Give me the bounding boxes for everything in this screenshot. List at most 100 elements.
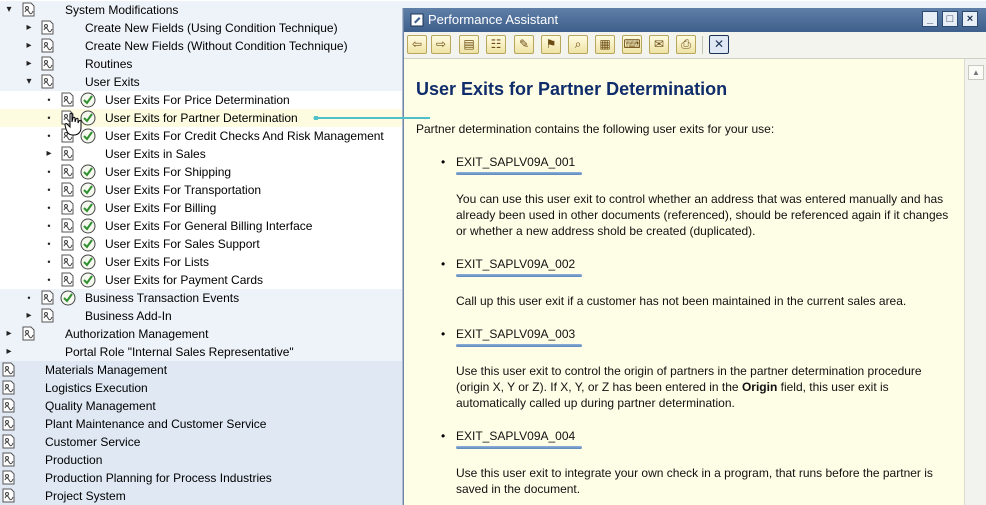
documentation-icon[interactable] [2, 452, 16, 467]
tree-node-label[interactable]: User Exits For Price Determination [105, 91, 290, 109]
print-icon[interactable]: ⎙ [676, 35, 696, 54]
tree-node-label[interactable]: User Exits For General Billing Interface [105, 217, 312, 235]
expand-arrow-icon[interactable]: ▸ [24, 19, 34, 37]
tree-node-label[interactable]: Logistics Execution [45, 379, 148, 397]
flag-icon[interactable]: ⚑ [541, 35, 561, 54]
origin-field-label: Origin [741, 380, 778, 394]
assistant-toolbar: ⇦ ⇨ ▤ ☷ ✎ ⚑ ⌕ ▦ ⌨ ✉ ⎙ ✕ [404, 32, 986, 59]
close-window-button[interactable]: × [962, 11, 978, 27]
execute-activity-icon[interactable] [60, 290, 76, 306]
documentation-icon[interactable] [61, 92, 75, 107]
execute-activity-icon[interactable] [80, 182, 96, 198]
structure-icon[interactable]: ☷ [486, 35, 506, 54]
toolbar-separator [702, 36, 703, 54]
exit-name-3[interactable]: EXIT_SAPLV09A_003 [456, 327, 575, 341]
note-icon[interactable]: ✉ [649, 35, 669, 54]
expand-arrow-icon[interactable]: ▸ [24, 37, 34, 55]
tree-node-label[interactable]: User Exits For Sales Support [105, 235, 260, 253]
documentation-icon[interactable] [22, 326, 36, 341]
tree-node-label[interactable]: Materials Management [45, 361, 167, 379]
performance-assistant-window: Performance Assistant _ □ × ⇦ ⇨ ▤ ☷ ✎ ⚑ … [403, 8, 986, 505]
tree-node-label[interactable]: User Exits For Transportation [105, 181, 261, 199]
documentation-icon[interactable] [61, 164, 75, 179]
tree-node-label[interactable]: Business Transaction Events [85, 289, 239, 307]
tree-node-label[interactable]: User Exits For Credit Checks And Risk Ma… [105, 127, 384, 145]
documentation-icon[interactable] [61, 254, 75, 269]
window-title-bar[interactable]: Performance Assistant _ □ × [404, 8, 986, 32]
documentation-icon[interactable] [2, 416, 16, 431]
documentation-icon[interactable] [41, 20, 55, 35]
documentation-icon[interactable] [2, 488, 16, 503]
expand-arrow-icon[interactable]: ▸ [4, 343, 14, 361]
documentation-icon[interactable] [41, 290, 55, 305]
tree-node-label[interactable]: Business Add-In [85, 307, 172, 325]
documentation-icon[interactable] [61, 146, 75, 161]
expand-arrow-icon[interactable]: ▸ [24, 307, 34, 325]
tree-node-label[interactable]: User Exits For Lists [105, 253, 209, 271]
tree-node-label[interactable]: Project System [45, 487, 126, 505]
documentation-icon[interactable] [2, 434, 16, 449]
tree-node-label[interactable]: Portal Role "Internal Sales Representati… [65, 343, 294, 361]
tree-node-label[interactable]: Routines [85, 55, 132, 73]
book-icon[interactable]: ▤ [459, 35, 479, 54]
tree-node-label[interactable]: Create New Fields (Without Condition Tec… [85, 37, 348, 55]
expand-arrow-icon[interactable]: ▸ [4, 325, 14, 343]
tree-node-label[interactable]: User Exits in Sales [105, 145, 206, 163]
tree-node-label[interactable]: Customer Service [45, 433, 140, 451]
tree-node-label[interactable]: User Exits For Billing [105, 199, 216, 217]
documentation-icon[interactable] [2, 362, 16, 377]
tree-node-label[interactable]: System Modifications [65, 1, 178, 19]
documentation-icon[interactable] [61, 236, 75, 251]
documentation-icon[interactable] [2, 470, 16, 485]
documentation-icon[interactable] [61, 272, 75, 287]
documentation-icon[interactable] [41, 38, 55, 53]
documentation-icon[interactable] [41, 56, 55, 71]
tree-node-label[interactable]: Quality Management [45, 397, 156, 415]
highlight-underline [456, 446, 582, 449]
minimize-button[interactable]: _ [922, 11, 938, 27]
table-icon[interactable]: ▦ [595, 35, 615, 54]
bullet: • [441, 155, 446, 169]
tree-node-label[interactable]: Plant Maintenance and Customer Service [45, 415, 266, 433]
tree-node-label[interactable]: Production [45, 451, 102, 469]
print-preview-icon[interactable]: ⌕ [568, 35, 588, 54]
documentation-icon[interactable] [2, 380, 16, 395]
tree-node-label[interactable]: User Exits [85, 73, 140, 91]
keyboard-icon[interactable]: ⌨ [622, 35, 642, 54]
execute-activity-icon[interactable] [80, 272, 96, 288]
exit-name-2[interactable]: EXIT_SAPLV09A_002 [456, 257, 575, 271]
maximize-button[interactable]: □ [942, 11, 958, 27]
tree-node-label[interactable]: User Exits for Payment Cards [105, 271, 263, 289]
scroll-up-icon[interactable]: ▲ [968, 65, 984, 80]
execute-activity-icon[interactable] [80, 200, 96, 216]
bullet: • [441, 429, 446, 443]
documentation-icon[interactable] [41, 74, 55, 89]
edit-icon[interactable]: ✎ [514, 35, 534, 54]
expand-arrow-icon[interactable]: ▸ [24, 55, 34, 73]
exit-name-1[interactable]: EXIT_SAPLV09A_001 [456, 155, 575, 169]
documentation-icon[interactable] [61, 200, 75, 215]
tree-node-label[interactable]: Authorization Management [65, 325, 208, 343]
forward-icon[interactable]: ⇨ [431, 35, 451, 54]
expand-arrow-icon[interactable]: ▸ [44, 145, 54, 163]
close-icon[interactable]: ✕ [709, 35, 729, 54]
tree-node-label[interactable]: Create New Fields (Using Condition Techn… [85, 19, 338, 37]
tree-node-label[interactable]: Production Planning for Process Industri… [45, 469, 272, 487]
documentation-icon[interactable] [61, 182, 75, 197]
execute-activity-icon[interactable] [80, 92, 96, 108]
execute-activity-icon[interactable] [80, 164, 96, 180]
collapse-arrow-icon[interactable]: ▾ [24, 73, 34, 91]
collapse-arrow-icon[interactable]: ▾ [4, 1, 14, 19]
execute-activity-icon[interactable] [80, 236, 96, 252]
tree-node-label[interactable]: User Exits for Partner Determination [105, 109, 298, 127]
exit-name-4[interactable]: EXIT_SAPLV09A_004 [456, 429, 575, 443]
documentation-icon[interactable] [41, 308, 55, 323]
execute-activity-icon[interactable] [80, 254, 96, 270]
execute-activity-icon[interactable] [80, 218, 96, 234]
vertical-scrollbar[interactable]: ▲ [964, 59, 986, 505]
back-icon[interactable]: ⇦ [407, 35, 427, 54]
tree-node-label[interactable]: User Exits For Shipping [105, 163, 231, 181]
documentation-icon[interactable] [22, 2, 36, 17]
documentation-icon[interactable] [2, 398, 16, 413]
documentation-icon[interactable] [61, 218, 75, 233]
